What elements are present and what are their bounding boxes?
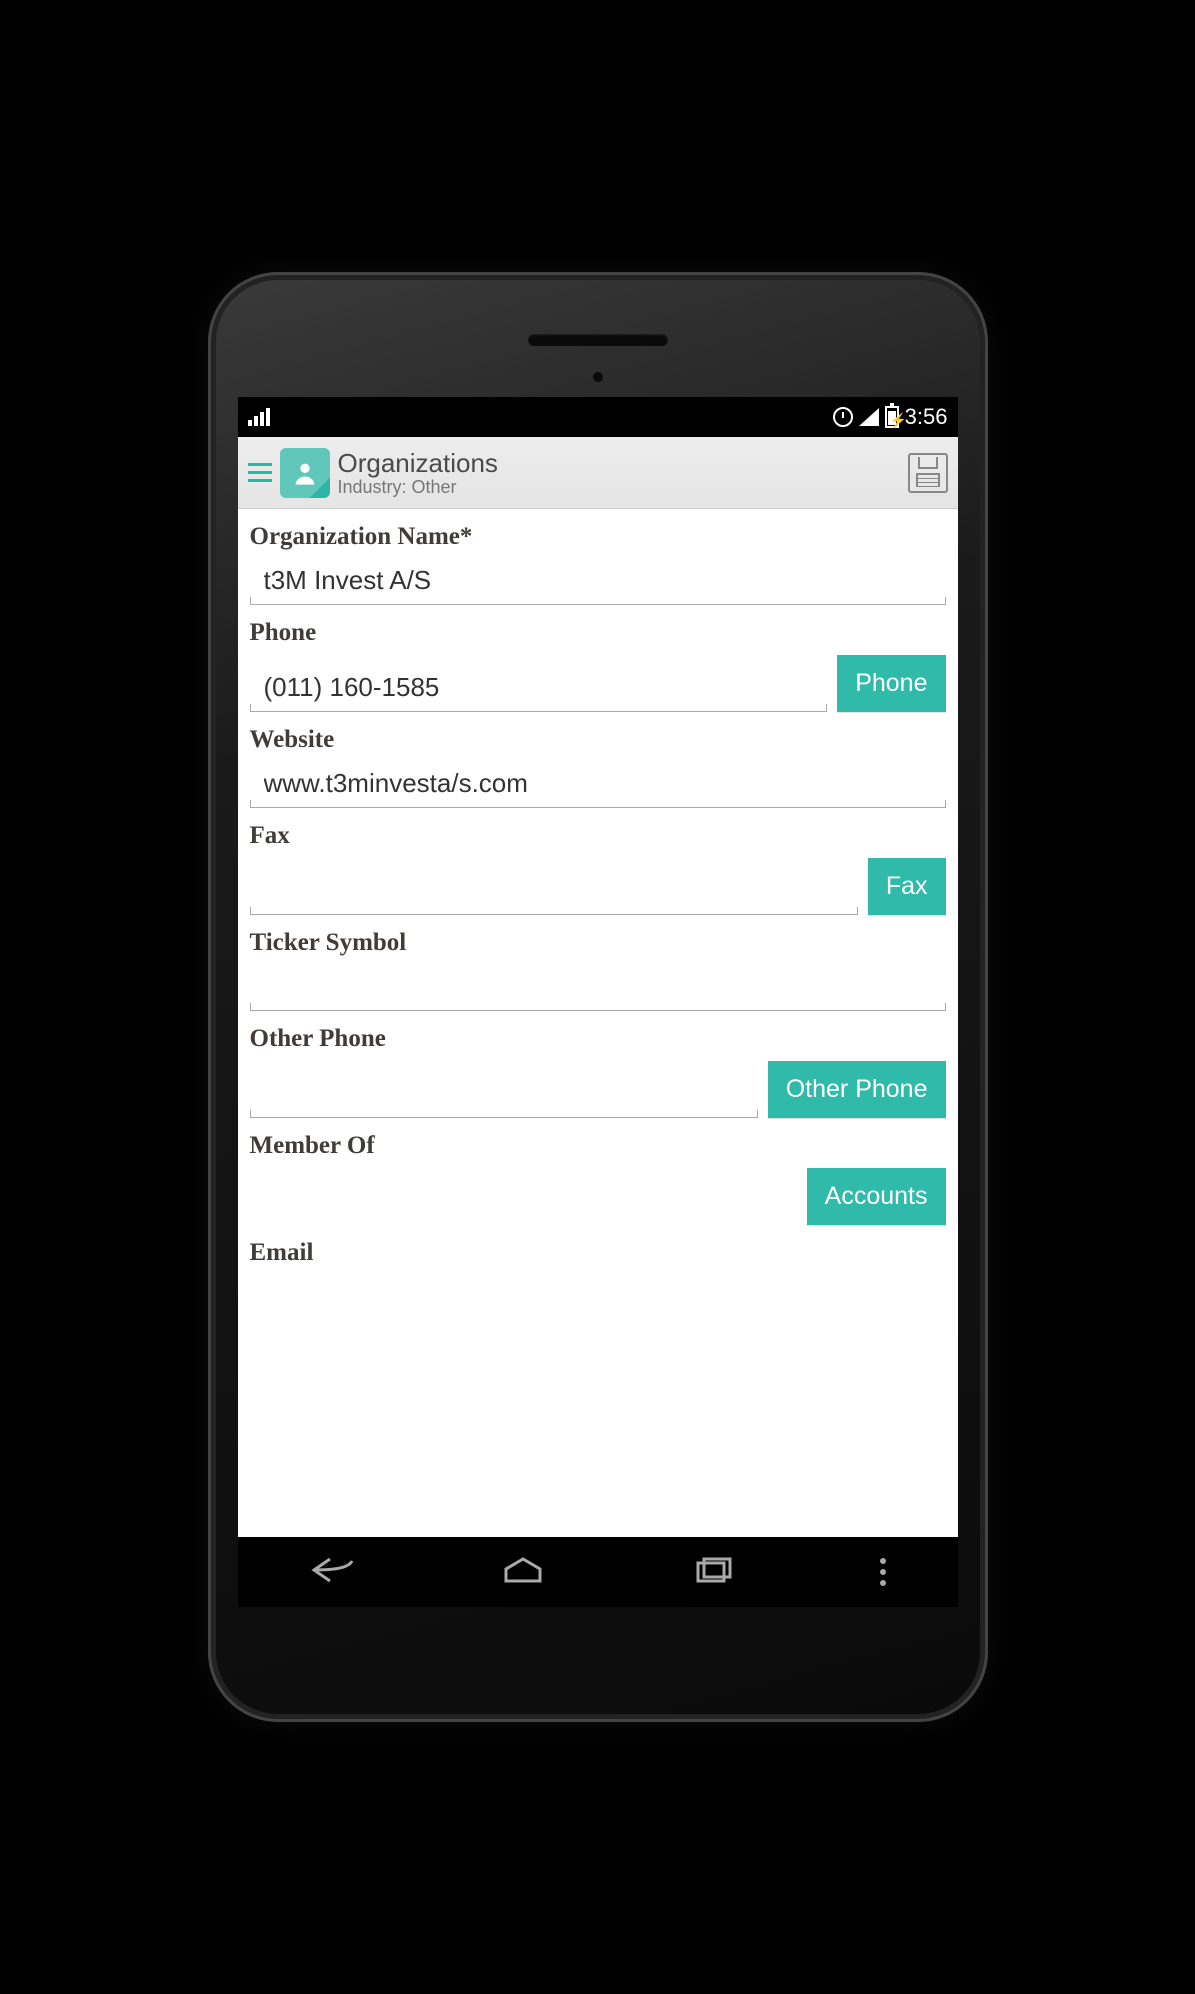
signal-icon (859, 408, 879, 426)
fax-button[interactable]: Fax (868, 858, 946, 915)
field-email: Email (250, 1239, 946, 1267)
phone-device-frame: ⚡ 3:56 Organizations Industry: Other Org… (208, 272, 988, 1722)
member-of-label: Member Of (250, 1132, 946, 1160)
org-name-label: Organization Name* (250, 523, 946, 551)
phone-input[interactable] (250, 666, 828, 712)
overflow-menu-button[interactable] (880, 1558, 886, 1586)
website-label: Website (250, 726, 946, 754)
home-button[interactable] (500, 1555, 546, 1590)
recent-apps-button[interactable] (690, 1555, 736, 1590)
org-name-input[interactable] (250, 559, 946, 605)
ticker-label: Ticker Symbol (250, 929, 946, 957)
fax-input[interactable] (250, 869, 858, 915)
battery-charging-icon: ⚡ (885, 406, 899, 428)
phone-speaker (528, 334, 668, 346)
field-ticker: Ticker Symbol (250, 929, 946, 1011)
form-area: Organization Name* Phone Phone Website (238, 509, 958, 1537)
field-phone: Phone Phone (250, 619, 946, 712)
website-input[interactable] (250, 762, 946, 808)
page-subtitle: Industry: Other (338, 477, 900, 498)
field-member-of: Member Of Accounts (250, 1132, 946, 1225)
field-website: Website (250, 726, 946, 808)
other-phone-label: Other Phone (250, 1025, 946, 1053)
field-organization-name: Organization Name* (250, 523, 946, 605)
app-logo-icon (280, 448, 330, 498)
back-button[interactable] (310, 1555, 356, 1590)
screen: ⚡ 3:56 Organizations Industry: Other Org… (238, 397, 958, 1607)
menu-icon[interactable] (248, 463, 272, 482)
ticker-input[interactable] (250, 965, 946, 1011)
other-phone-button[interactable]: Other Phone (768, 1061, 946, 1118)
other-phone-input[interactable] (250, 1072, 758, 1118)
field-fax: Fax Fax (250, 822, 946, 915)
phone-label: Phone (250, 619, 946, 647)
alarm-icon (833, 407, 853, 427)
status-notification-icon (248, 408, 270, 426)
field-other-phone: Other Phone Other Phone (250, 1025, 946, 1118)
phone-button[interactable]: Phone (837, 655, 945, 712)
status-bar: ⚡ 3:56 (238, 397, 958, 437)
phone-camera-dot (593, 372, 603, 382)
email-label: Email (250, 1239, 946, 1267)
save-icon[interactable] (908, 453, 948, 493)
page-title: Organizations (338, 448, 900, 479)
fax-label: Fax (250, 822, 946, 850)
app-header: Organizations Industry: Other (238, 437, 958, 509)
accounts-button[interactable]: Accounts (807, 1168, 946, 1225)
android-nav-bar (238, 1537, 958, 1607)
status-time: 3:56 (905, 404, 948, 430)
